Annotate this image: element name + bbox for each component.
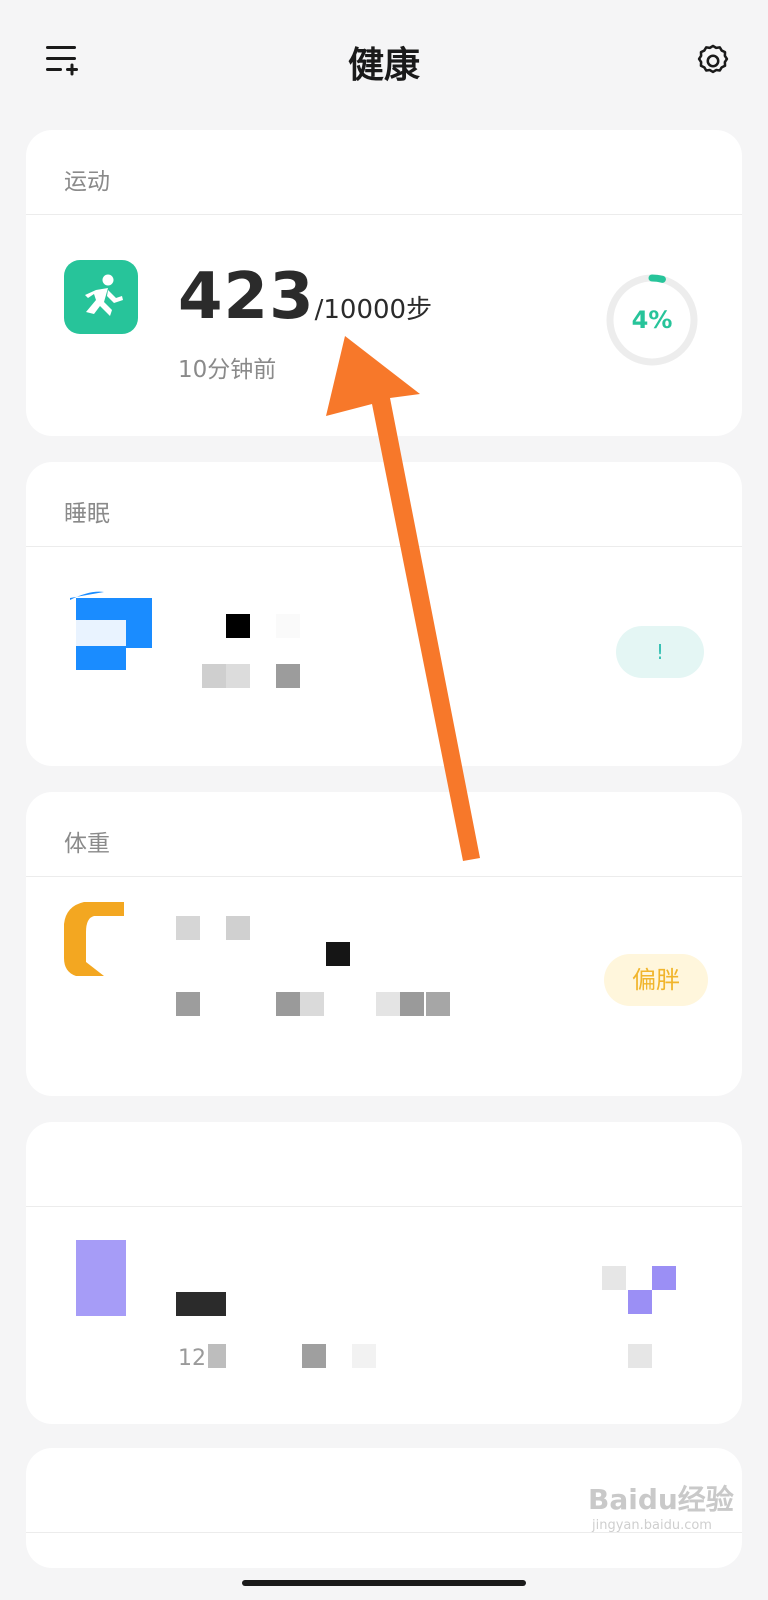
exercise-card-header: 运动 [26,130,742,215]
sleep-subtext-block [226,664,250,688]
gear-icon[interactable] [694,42,732,80]
fourth-badge-block [602,1266,626,1290]
sleep-subtext-block [276,664,300,688]
page-title: 健康 [347,45,420,86]
fourth-value-block [176,1292,226,1316]
updated-time: 10分钟前 [178,357,277,383]
exercise-section-label: 运动 [64,169,110,195]
sleep-section-label: 睡眠 [64,501,110,527]
fourth-subtext-block [352,1344,376,1368]
weight-status-badge: 偏胖 [604,954,708,1006]
weight-card[interactable]: 体重 偏胖 [26,792,742,1096]
sleep-value-block [226,614,250,638]
weight-subtext-block [276,992,300,1016]
fourth-badge-block [652,1266,676,1290]
exercise-card[interactable]: 运动 423/10000步 10分钟前 4% [26,130,742,436]
steps-value: 423 [178,260,315,334]
weight-icon [64,902,124,976]
fourth-badge-block [628,1344,652,1368]
fourth-subtext-block [208,1344,226,1368]
top-bar: 健康 [0,0,768,125]
watermark-logo: Baidu经验 [588,1483,734,1516]
weight-value-block [176,916,200,940]
running-icon [64,260,138,334]
weight-value-block [226,916,250,940]
weight-subtext-block [400,992,424,1016]
sleep-card[interactable]: 睡眠 ! [26,462,742,766]
sleep-subtext-block [202,664,226,688]
fourth-card[interactable]: 12: [26,1122,742,1424]
weight-card-header: 体重 [26,792,742,877]
weight-subtext-block [176,992,200,1016]
progress-percent: 4% [631,306,673,334]
step-count: 423/10000步 [178,260,432,334]
weight-subtext-block [300,992,324,1016]
fourth-card-icon [76,1240,126,1316]
fourth-subtext-block [302,1344,326,1368]
weight-section-label: 体重 [64,831,110,857]
watermark-url: jingyan.baidu.com [592,1518,712,1533]
weight-value-block [326,942,350,966]
fourth-card-header [26,1122,742,1207]
sleep-icon [70,590,152,670]
fourth-badge-block [628,1290,652,1314]
home-indicator [242,1580,526,1586]
steps-goal: /10000步 [314,295,433,325]
sleep-card-header: 睡眠 [26,462,742,547]
sleep-status-badge: ! [616,626,704,678]
weight-subtext-block [376,992,400,1016]
sleep-value-block [276,614,300,638]
weight-subtext-block [426,992,450,1016]
